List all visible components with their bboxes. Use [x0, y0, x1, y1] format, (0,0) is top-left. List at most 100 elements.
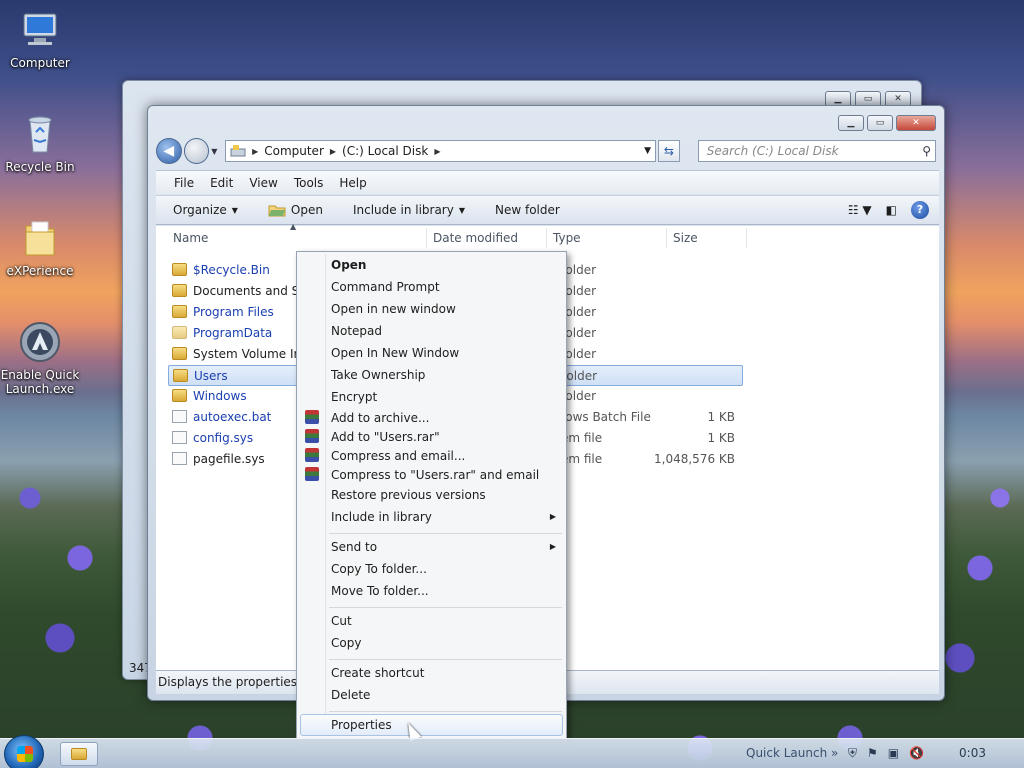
help-icon[interactable]: ? — [911, 201, 929, 219]
recent-pages-dropdown[interactable]: ▼ — [211, 147, 221, 156]
menu-item-copy-to-folder[interactable]: Copy To folder... — [331, 560, 427, 578]
new-folder-label: New folder — [495, 203, 560, 217]
menu-item-restore-previous-versions[interactable]: Restore previous versions — [331, 486, 486, 504]
include-in-library-button[interactable]: Include in library ▼ — [353, 203, 465, 217]
recycle-bin-icon — [28, 116, 52, 153]
taskbar-explorer-button[interactable] — [60, 742, 98, 766]
winrar-icon — [305, 410, 319, 424]
maximize-button[interactable]: ▭ — [867, 115, 893, 131]
sort-up-icon: ▲ — [290, 222, 297, 231]
column-divider[interactable] — [426, 228, 427, 248]
start-button[interactable] — [4, 735, 44, 768]
menu-tools[interactable]: Tools — [294, 176, 324, 190]
preview-pane-icon[interactable]: ◧ — [886, 203, 897, 217]
launcher-app-icon — [20, 322, 60, 362]
action-center-flag-icon[interactable]: ⚑ — [867, 746, 878, 761]
menu-item-notepad[interactable]: Notepad — [331, 322, 382, 340]
forward-button[interactable] — [183, 138, 210, 164]
address-dropdown-icon[interactable]: ▼ — [644, 146, 651, 156]
column-headers: Name ▲ Date modified Type Size — [156, 222, 939, 250]
drive-icon — [230, 145, 246, 157]
desktop-icon-enable-quick-launch[interactable]: Enable Quick Launch.exe — [0, 320, 80, 396]
menu-view[interactable]: View — [249, 176, 277, 190]
menu-item-properties[interactable]: Properties — [331, 716, 392, 734]
breadcrumb-local-disk[interactable]: (C:) Local Disk — [342, 144, 428, 158]
menu-item-open-in-new-window[interactable]: Open in new window — [331, 300, 456, 318]
column-divider[interactable] — [666, 228, 667, 248]
change-view-icon[interactable]: ☷ ▼ — [848, 203, 872, 217]
menu-item-open-in-new-window-2[interactable]: Open In New Window — [331, 344, 459, 362]
minimize-button[interactable]: ▁ — [838, 115, 864, 131]
file-name: ProgramData — [193, 326, 273, 340]
menu-bar: File Edit View Tools Help — [156, 170, 939, 194]
folder-icon — [25, 221, 55, 256]
column-divider[interactable] — [746, 228, 747, 248]
column-header-size[interactable]: Size — [673, 231, 698, 245]
breadcrumb-separator-icon: ▶ — [252, 146, 259, 156]
menu-item-send-to[interactable]: Send to — [331, 538, 377, 556]
breadcrumb-separator-icon: ▶ — [329, 146, 337, 156]
file-name: Program Files — [193, 305, 274, 319]
menu-item-include-in-library[interactable]: Include in library — [331, 508, 432, 526]
folder-icon — [172, 389, 187, 402]
menu-file[interactable]: File — [174, 176, 194, 190]
winrar-icon — [305, 467, 319, 481]
column-header-name[interactable]: Name — [173, 231, 208, 245]
column-header-type[interactable]: Type — [553, 231, 581, 245]
menu-item-move-to-folder[interactable]: Move To folder... — [331, 582, 429, 600]
menu-item-command-prompt[interactable]: Command Prompt — [331, 278, 440, 296]
system-file-icon — [172, 431, 187, 444]
chevron-down-icon: ▼ — [231, 205, 238, 215]
desktop-icon-experience[interactable]: eXPerience — [0, 216, 80, 278]
desktop-icon-label: Enable Quick Launch.exe — [0, 368, 80, 396]
breadcrumb-computer[interactable]: Computer — [264, 144, 324, 158]
organize-label: Organize — [173, 203, 227, 217]
menu-item-open[interactable]: Open — [331, 256, 366, 274]
security-shield-icon[interactable]: ⛨ — [848, 746, 857, 761]
clock[interactable]: 0:03 — [959, 746, 986, 760]
desktop-icon-recycle-bin[interactable]: Recycle Bin — [0, 112, 80, 174]
column-header-date-modified[interactable]: Date modified — [433, 231, 518, 245]
menu-item-compress-and-email[interactable]: Compress and email... — [331, 447, 465, 465]
column-divider[interactable] — [546, 228, 547, 248]
search-placeholder: Search (C:) Local Disk — [706, 144, 839, 158]
menu-item-delete[interactable]: Delete — [331, 686, 370, 704]
breadcrumb-separator-icon: ▶ — [434, 146, 441, 156]
menu-edit[interactable]: Edit — [210, 176, 233, 190]
quick-launch-toolbar[interactable]: Quick Launch » — [746, 746, 838, 760]
address-bar[interactable]: ▶ Computer ▶ (C:) Local Disk ▶ ▼ — [225, 140, 657, 162]
file-name: System Volume Info — [193, 347, 313, 361]
menu-help[interactable]: Help — [339, 176, 366, 190]
back-arrow-icon: ◀ — [163, 143, 175, 159]
submenu-arrow-icon: ▶ — [549, 512, 556, 521]
taskbar: Quick Launch » ⛨ ⚑ ▣ 🔇 0:03 — [0, 735, 1024, 768]
menu-item-encrypt[interactable]: Encrypt — [331, 388, 377, 406]
volume-muted-icon[interactable]: 🔇 — [909, 746, 924, 761]
menu-item-create-shortcut[interactable]: Create shortcut — [331, 664, 424, 682]
menu-separator — [329, 607, 562, 608]
network-icon[interactable]: ▣ — [888, 746, 899, 761]
file-name: $Recycle.Bin — [193, 263, 270, 277]
file-size: 1 KB — [707, 431, 735, 445]
chevron-right-icon[interactable]: » — [831, 746, 838, 760]
folder-icon — [71, 748, 87, 760]
menu-item-add-to-users-rar[interactable]: Add to "Users.rar" — [331, 428, 440, 446]
file-name: Windows — [193, 389, 247, 403]
desktop-icon-label: Computer — [10, 56, 70, 70]
organize-button[interactable]: Organize ▼ — [173, 203, 238, 217]
search-icon[interactable]: ⚲ — [922, 141, 931, 161]
refresh-button[interactable]: ⇆ — [658, 140, 680, 162]
new-folder-button[interactable]: New folder — [495, 203, 560, 217]
file-name: pagefile.sys — [193, 452, 265, 466]
menu-item-take-ownership[interactable]: Take Ownership — [331, 366, 425, 384]
search-box[interactable]: Search (C:) Local Disk ⚲ — [697, 140, 936, 162]
close-button[interactable]: ✕ — [896, 115, 936, 131]
menu-item-compress-to-users-rar-and-email[interactable]: Compress to "Users.rar" and email — [331, 466, 539, 484]
menu-item-add-to-archive[interactable]: Add to archive... — [331, 409, 429, 427]
desktop-icon-computer[interactable]: Computer — [0, 8, 80, 70]
back-button[interactable]: ◀ — [156, 138, 182, 164]
menu-item-cut[interactable]: Cut — [331, 612, 352, 630]
open-button[interactable]: Open — [268, 203, 323, 217]
menu-item-copy[interactable]: Copy — [331, 634, 361, 652]
window-controls: ▁ ▭ ✕ — [838, 115, 936, 131]
